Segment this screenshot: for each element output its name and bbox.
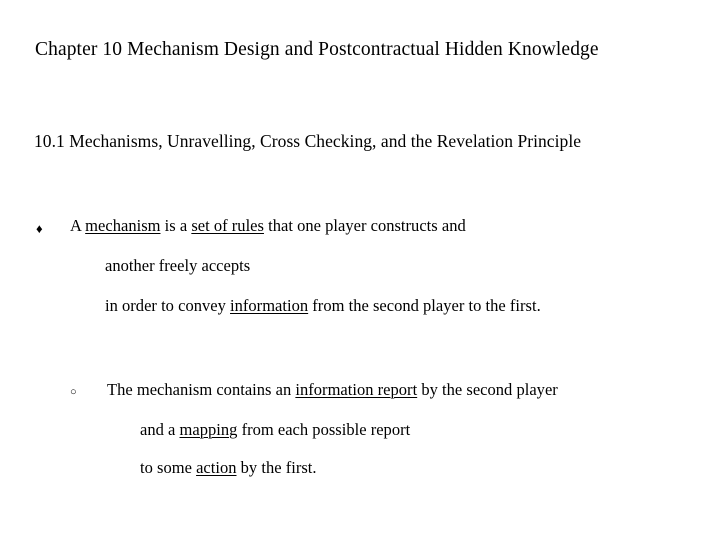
sub-bullet-line: and a mapping from each possible report: [140, 420, 411, 440]
text-run: that one player constructs and: [263, 216, 466, 235]
bullet-line: in order to convey information from the …: [105, 296, 541, 316]
text-run: another freely accepts: [105, 256, 251, 275]
text-run: from each possible report: [237, 420, 411, 439]
sub-bullet-line: to some action by the first.: [140, 458, 317, 478]
underlined-term: mechanism: [85, 216, 161, 235]
text-run: The mechanism contains an: [107, 380, 296, 399]
underlined-term: mapping: [179, 420, 238, 439]
text-run: by the second player: [417, 380, 558, 399]
page-title: Chapter 10 Mechanism Design and Postcont…: [35, 39, 599, 60]
diamond-bullet-icon: ♦: [36, 221, 43, 236]
underlined-term: action: [196, 458, 237, 477]
bullet-line: another freely accepts: [105, 256, 251, 276]
sub-bullet-line: The mechanism contains an information re…: [107, 380, 558, 400]
section-heading: 10.1 Mechanisms, Unravelling, Cross Chec…: [34, 131, 582, 151]
text-run: is a: [160, 216, 192, 235]
text-run: to some: [140, 458, 197, 477]
text-run: from the second player to the first.: [308, 296, 541, 315]
underlined-term: set of rules: [191, 216, 264, 235]
underlined-term: information: [230, 296, 309, 315]
underlined-term: information report: [295, 380, 418, 399]
slide-canvas: Chapter 10 Mechanism Design and Postcont…: [0, 0, 720, 540]
circle-bullet-icon: ○: [70, 386, 77, 398]
text-run: by the first.: [236, 458, 317, 477]
bullet-line: A mechanism is a set of rules that one p…: [70, 216, 466, 236]
text-run: and a: [140, 420, 180, 439]
text-run: A: [70, 216, 86, 235]
text-run: in order to convey: [105, 296, 231, 315]
